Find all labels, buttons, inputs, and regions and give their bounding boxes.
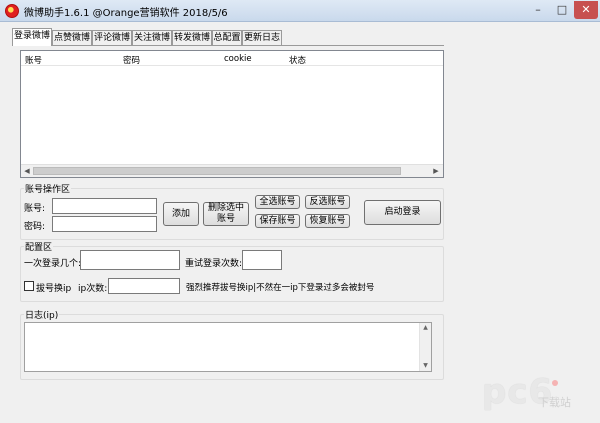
tab-login-weibo[interactable]: 登录微博: [12, 28, 52, 46]
watermark-dot-icon: [552, 380, 558, 386]
maximize-icon[interactable]: □: [550, 1, 574, 19]
close-icon[interactable]: ✕: [574, 1, 598, 19]
pc6-watermark: pc6 下载站: [478, 370, 598, 420]
scrollbar-thumb[interactable]: [33, 167, 401, 175]
tab-follow-weibo[interactable]: 关注微博: [132, 30, 172, 45]
batch-login-input[interactable]: [80, 250, 180, 270]
account-ops-title: 账号操作区: [24, 182, 72, 195]
retry-count-label: 重试登录次数:: [185, 259, 243, 269]
password-input[interactable]: [52, 216, 157, 232]
delete-selected-button[interactable]: 删除选中账号: [203, 202, 249, 226]
account-input[interactable]: [52, 198, 157, 214]
accounts-table[interactable]: 账号 密码 cookie 状态 ◀ ▶: [20, 50, 444, 178]
log-vertical-scrollbar[interactable]: ▲ ▼: [419, 323, 431, 371]
dial-ip-checkbox[interactable]: [24, 281, 34, 291]
tab-update-log[interactable]: 更新日志: [242, 30, 282, 45]
password-label: 密码:: [24, 222, 46, 232]
scroll-down-icon[interactable]: ▼: [420, 361, 431, 371]
app-logo-icon: [5, 4, 19, 18]
tab-like-weibo[interactable]: 点赞微博: [52, 30, 92, 45]
watermark-subtitle: 下载站: [538, 396, 571, 409]
scroll-left-icon[interactable]: ◀: [21, 166, 33, 177]
dial-ip-hint: 强烈推荐拔号换ip|不然在一ip下登录过多会被封号: [186, 283, 375, 293]
dial-ip-label[interactable]: 拔号换ip: [36, 281, 71, 294]
log-title: 日志(ip): [24, 308, 60, 321]
minimize-icon[interactable]: –: [526, 1, 550, 19]
retry-count-input[interactable]: [242, 250, 282, 270]
select-all-button[interactable]: 全选账号: [255, 195, 300, 209]
invert-select-button[interactable]: 反选账号: [305, 195, 350, 209]
column-header-cookie[interactable]: cookie: [224, 54, 252, 64]
scroll-up-icon[interactable]: ▲: [420, 323, 431, 333]
tab-comment-weibo[interactable]: 评论微博: [92, 30, 132, 45]
start-login-button[interactable]: 启动登录: [364, 200, 441, 225]
tab-repost-weibo[interactable]: 转发微博: [172, 30, 212, 45]
scroll-right-icon[interactable]: ▶: [430, 166, 442, 177]
horizontal-scrollbar[interactable]: ◀ ▶: [21, 164, 443, 177]
log-textarea[interactable]: ▲ ▼: [24, 322, 432, 372]
ip-count-label: ip次数:: [78, 284, 108, 294]
window-title: 微博助手1.6.1 @Orange营销软件 2018/5/6: [24, 8, 228, 19]
header-divider: [21, 65, 443, 66]
main-window: 登录微博 点赞微博 评论微博 关注微博 转发微博 总配置 更新日志 账号 密码 …: [0, 22, 600, 423]
save-accounts-button[interactable]: 保存账号: [255, 214, 300, 228]
account-label: 账号:: [24, 204, 46, 214]
title-bar: 微博助手1.6.1 @Orange营销软件 2018/5/6 – □ ✕: [0, 0, 600, 22]
tab-general-config[interactable]: 总配置: [212, 30, 242, 45]
config-title: 配置区: [24, 240, 54, 253]
batch-login-label: 一次登录几个:: [24, 259, 82, 269]
restore-accounts-button[interactable]: 恢复账号: [305, 214, 350, 228]
ip-count-input[interactable]: [108, 278, 180, 294]
add-account-button[interactable]: 添加: [163, 202, 199, 226]
